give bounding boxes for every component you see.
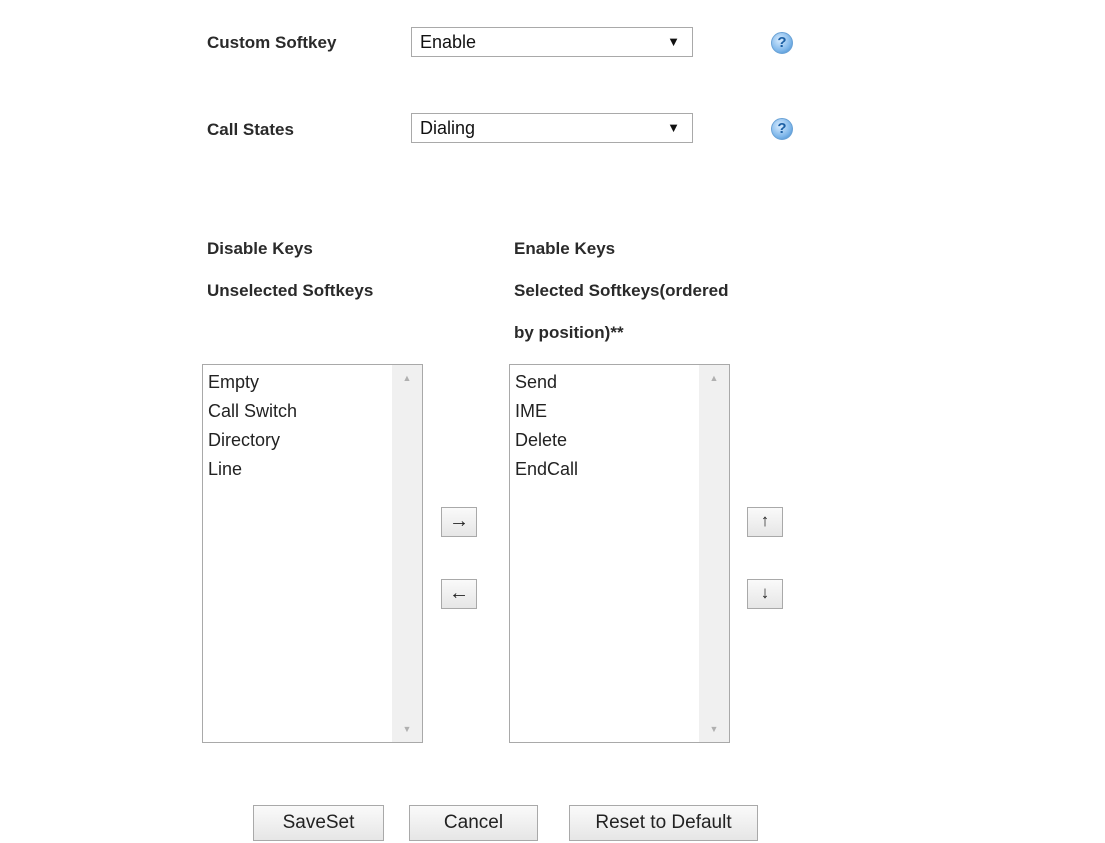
move-down-button[interactable]: ↓ (747, 579, 783, 609)
reset-to-default-button[interactable]: Reset to Default (569, 805, 758, 841)
list-item[interactable]: IME (515, 397, 699, 426)
selected-softkeys-heading: Selected Softkeys(ordered (514, 281, 729, 300)
list-item[interactable]: Empty (208, 368, 392, 397)
list-item[interactable]: Directory (208, 426, 392, 455)
list-item[interactable]: Line (208, 455, 392, 484)
enable-keys-heading: Enable Keys (514, 239, 616, 258)
move-right-button[interactable]: → (441, 507, 477, 537)
call-states-select[interactable]: Dialing ▼ (411, 113, 693, 143)
custom-softkey-label: Custom Softkey (207, 33, 337, 52)
help-icon[interactable]: ? (771, 32, 793, 54)
move-up-button[interactable]: ↑ (747, 507, 783, 537)
scrollbar[interactable]: ▲ ▼ (699, 365, 729, 742)
disable-keys-heading: Disable Keys (207, 239, 313, 258)
unselected-softkeys-heading: Unselected Softkeys (207, 281, 374, 300)
selected-softkeys-heading-cont: by position)** (514, 323, 624, 342)
custom-softkey-value: Enable (420, 32, 477, 52)
list-item[interactable]: Send (515, 368, 699, 397)
scroll-down-icon[interactable]: ▼ (392, 724, 422, 734)
save-button[interactable]: SaveSet (253, 805, 384, 841)
chevron-down-icon: ▼ (667, 34, 680, 49)
list-item[interactable]: Delete (515, 426, 699, 455)
help-icon[interactable]: ? (771, 118, 793, 140)
cancel-button[interactable]: Cancel (409, 805, 538, 841)
chevron-down-icon: ▼ (667, 120, 680, 135)
call-states-value: Dialing (420, 118, 476, 138)
call-states-label: Call States (207, 120, 294, 139)
list-item[interactable]: Call Switch (208, 397, 392, 426)
scroll-down-icon[interactable]: ▼ (699, 724, 729, 734)
scroll-up-icon[interactable]: ▲ (699, 373, 729, 383)
selected-softkeys-list[interactable]: Send IME Delete EndCall ▲ ▼ (509, 364, 730, 743)
move-left-button[interactable]: ← (441, 579, 477, 609)
scrollbar[interactable]: ▲ ▼ (392, 365, 422, 742)
custom-softkey-select[interactable]: Enable ▼ (411, 27, 693, 57)
list-item[interactable]: EndCall (515, 455, 699, 484)
scroll-up-icon[interactable]: ▲ (392, 373, 422, 383)
unselected-softkeys-list[interactable]: Empty Call Switch Directory Line ▲ ▼ (202, 364, 423, 743)
